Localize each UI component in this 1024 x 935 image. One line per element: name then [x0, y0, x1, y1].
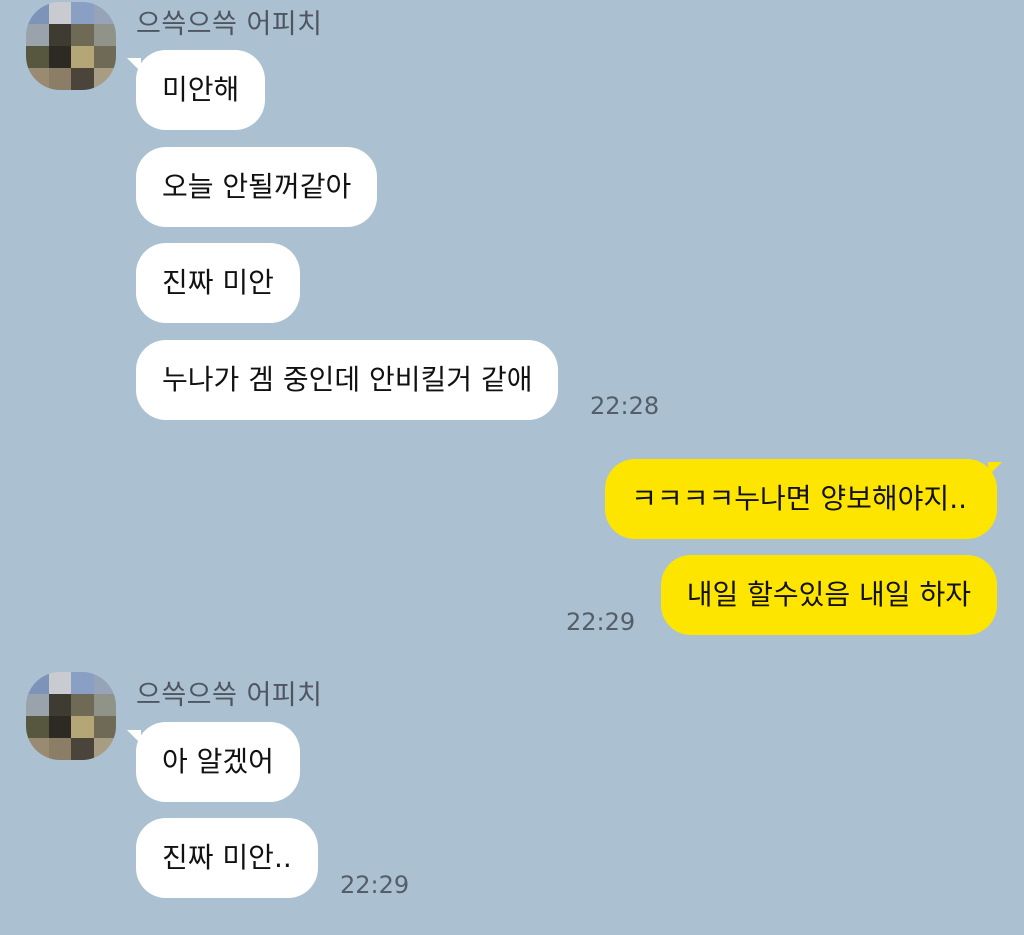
profile-avatar[interactable] [26, 672, 116, 760]
incoming-message[interactable]: 아 알겠어 [136, 722, 300, 802]
message-timestamp: 22:28 [590, 392, 660, 420]
outgoing-message[interactable]: 내일 할수있음 내일 하자 [660, 555, 997, 635]
outgoing-message[interactable]: ㅋㅋㅋㅋ누나면 양보해야지.. [605, 459, 997, 539]
sender-name: 으쓱으쓱 어피치 [136, 680, 323, 711]
incoming-message[interactable]: 누나가 겜 중인데 안비킬거 같애 [136, 340, 559, 420]
incoming-message[interactable]: 미안해 [136, 50, 266, 130]
incoming-message[interactable]: 오늘 안될꺼같아 [136, 147, 378, 227]
message-timestamp: 22:29 [566, 608, 636, 636]
incoming-message[interactable]: 진짜 미안 [136, 243, 300, 323]
message-timestamp: 22:29 [340, 871, 410, 899]
incoming-message[interactable]: 진짜 미안.. [136, 818, 318, 898]
sender-name: 으쓱으쓱 어피치 [136, 9, 323, 40]
profile-avatar[interactable] [26, 2, 116, 90]
